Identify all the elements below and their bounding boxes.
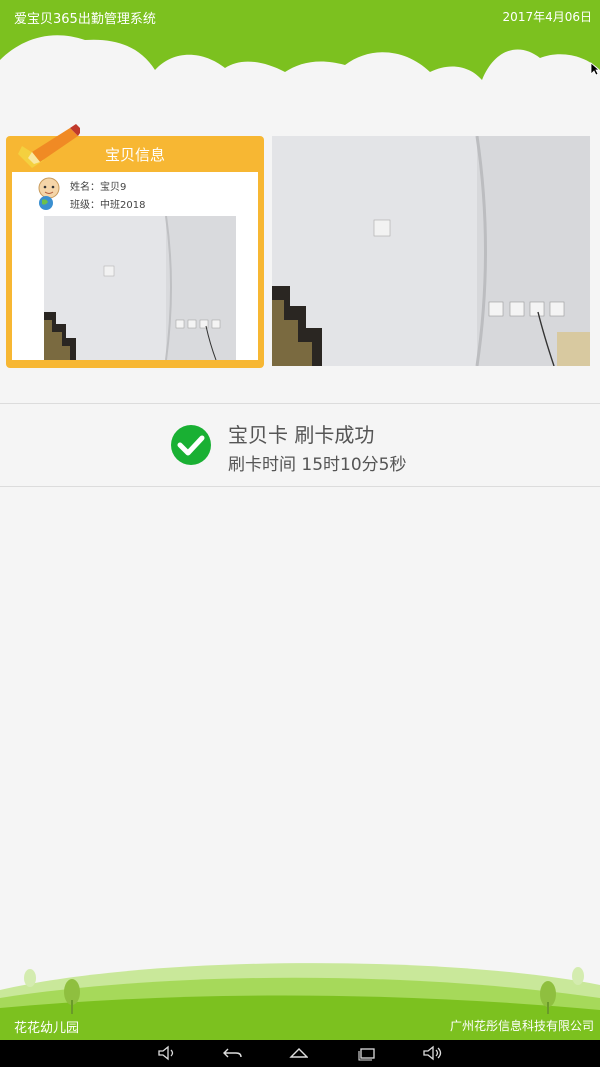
header-date: 2017年4月06日 [502, 10, 592, 24]
baby-name: 姓名：宝贝9 [70, 182, 127, 193]
home-icon[interactable] [288, 1045, 308, 1061]
camera-snapshot [272, 136, 590, 366]
divider-bottom [0, 486, 600, 487]
school-name: 花花幼儿园 [14, 1021, 80, 1036]
status-title: 宝贝卡 刷卡成功 [228, 423, 375, 447]
volume-down-icon[interactable] [157, 1045, 177, 1061]
swipe-time: 刷卡时间 15时10分5秒 [228, 455, 407, 475]
footer-banner: 花花幼儿园 广州花彤信息科技有限公司 [0, 950, 600, 1040]
header-banner: 爱宝贝365出勤管理系统 2017年4月06日 [0, 0, 600, 120]
system-navigation-bar [0, 1040, 600, 1067]
baby-photo [44, 216, 236, 360]
recents-icon[interactable] [356, 1045, 376, 1061]
app-title: 爱宝贝365出勤管理系统 [14, 12, 156, 27]
volume-up-icon[interactable] [422, 1045, 442, 1061]
baby-avatar-icon [38, 177, 60, 210]
check-circle-icon [171, 425, 211, 465]
baby-class: 班级：中班2018 [70, 200, 146, 211]
divider-top [0, 403, 600, 404]
back-icon[interactable] [222, 1045, 242, 1061]
mouse-cursor-icon [590, 62, 600, 76]
info-card-body: 姓名：宝贝9 班级：中班2018 [12, 172, 258, 360]
pencil-icon [18, 124, 80, 168]
company-name: 广州花彤信息科技有限公司 [449, 1019, 594, 1033]
baby-info-card: 宝贝信息 姓名：宝贝9 班级：中班2018 [6, 124, 264, 368]
